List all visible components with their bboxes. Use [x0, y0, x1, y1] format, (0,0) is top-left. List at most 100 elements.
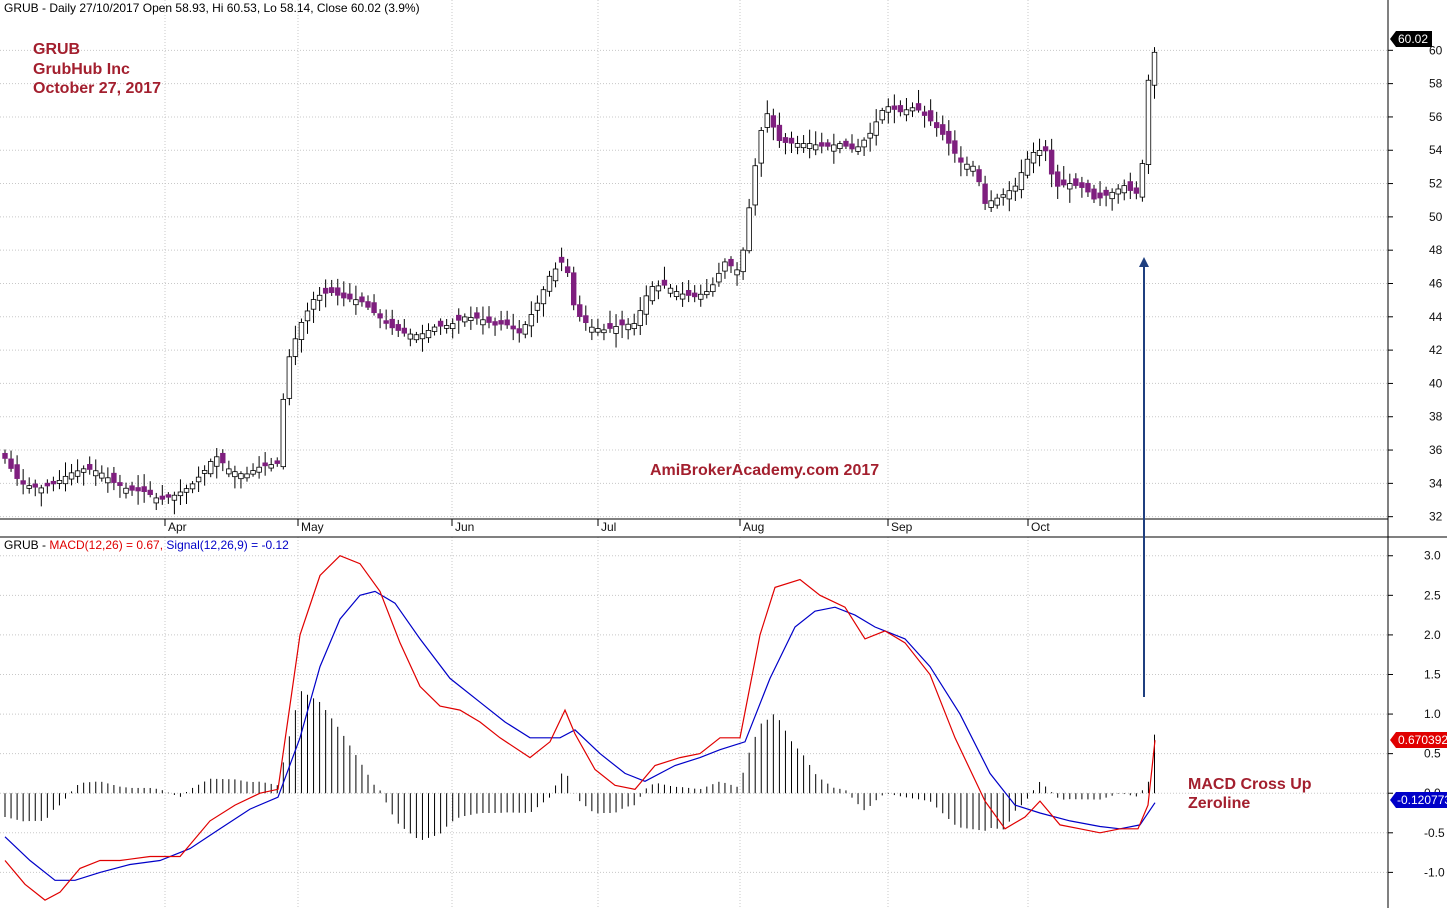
- candle-body: [171, 494, 178, 501]
- candle-body: [843, 140, 849, 147]
- candle-body: [123, 487, 129, 494]
- candle-body: [964, 163, 970, 170]
- candle-body: [68, 472, 75, 480]
- candle-body: [861, 139, 867, 148]
- candle-body: [915, 103, 922, 111]
- price-tick-label: 44: [1429, 310, 1443, 324]
- candle-body: [177, 491, 184, 497]
- candle-body: [371, 302, 377, 314]
- candle-body: [220, 452, 226, 464]
- candle-body: [310, 299, 317, 310]
- candle-body: [14, 464, 20, 479]
- candle-body: [837, 143, 843, 150]
- macd-header: GRUB - MACD(12,26) = 0.67, Signal(12,26,…: [4, 538, 289, 552]
- candle-body: [419, 333, 426, 340]
- macd-tick-label: 3.0: [1424, 549, 1441, 563]
- price-tick-label: 58: [1429, 77, 1443, 91]
- candle-body: [825, 142, 831, 147]
- candle-body: [1079, 182, 1085, 188]
- candle-body: [746, 207, 752, 252]
- candle-body: [891, 105, 898, 110]
- candle-body: [38, 487, 44, 494]
- macd-tick-label: -0.5: [1424, 826, 1445, 840]
- candle-body: [250, 470, 256, 475]
- candle-body: [661, 279, 668, 286]
- candle-body: [806, 143, 813, 149]
- candle-body: [546, 275, 553, 292]
- candle-body: [728, 258, 734, 267]
- candle-body: [274, 460, 280, 464]
- candle-body: [232, 471, 238, 478]
- candle-body: [710, 284, 716, 293]
- candle-body: [201, 470, 208, 474]
- annotation-ticker: GRUB: [33, 41, 80, 58]
- candle-body: [849, 143, 855, 150]
- macd-grid: [0, 537, 1388, 908]
- candle-body: [927, 110, 934, 122]
- candle-body: [716, 272, 722, 283]
- macd-tick-label: 2.0: [1424, 628, 1441, 642]
- candle-body: [26, 485, 32, 489]
- candle-body: [952, 140, 958, 154]
- candle-body: [365, 301, 371, 308]
- candle-body: [1115, 188, 1121, 195]
- candle-body: [153, 497, 159, 504]
- candle-body: [1151, 51, 1158, 86]
- candle-body: [1030, 152, 1037, 164]
- candle-body: [456, 314, 462, 321]
- candle-body: [558, 256, 565, 263]
- candle-body: [976, 169, 982, 183]
- candle-body: [129, 485, 135, 491]
- candle-body: [1133, 187, 1140, 194]
- candle-body: [1012, 185, 1019, 192]
- candle-body: [401, 327, 407, 334]
- candle-body: [449, 323, 456, 330]
- candle-body: [873, 121, 879, 136]
- candle-body: [679, 293, 686, 300]
- candle-body: [897, 105, 904, 113]
- price-tick-label: 56: [1429, 110, 1443, 124]
- candle-body: [994, 197, 1000, 206]
- candle-body: [534, 302, 541, 311]
- candle-body: [480, 319, 486, 326]
- price-tick-label: 36: [1429, 443, 1443, 457]
- candle-body: [528, 314, 535, 327]
- candle-body: [189, 483, 196, 490]
- month-label: Jul: [601, 520, 616, 534]
- candle-body: [613, 326, 619, 334]
- price-axis-ticks: 323436384042444648505254565860: [1388, 43, 1443, 524]
- candle-body: [286, 356, 293, 399]
- candle-body: [1085, 182, 1091, 193]
- candle-body: [74, 470, 81, 477]
- candle-body: [395, 324, 401, 331]
- candle-body: [492, 321, 498, 326]
- price-tick-label: 38: [1429, 410, 1443, 424]
- candle-body: [280, 398, 286, 468]
- candle-body: [111, 472, 117, 483]
- candle-body: [431, 326, 438, 332]
- candle-body: [1103, 189, 1109, 196]
- candle-body: [56, 479, 63, 484]
- price-tick-label: 54: [1429, 143, 1443, 157]
- candle-body: [1048, 149, 1055, 175]
- macd-tick-label: 2.5: [1424, 588, 1441, 602]
- candle-body: [93, 470, 99, 477]
- candle-body: [934, 122, 940, 129]
- candle-body: [643, 295, 649, 315]
- candle-body: [631, 323, 637, 329]
- candle-body: [752, 165, 758, 206]
- macd-header-prefix: GRUB -: [4, 538, 49, 552]
- candle-body: [510, 325, 516, 330]
- candle-body: [159, 495, 165, 500]
- candle-body: [1145, 79, 1152, 165]
- watermark: AmiBrokerAcademy.com 2017: [650, 462, 879, 479]
- candle-body: [571, 272, 577, 306]
- candle-body: [625, 323, 631, 331]
- candle-body: [589, 326, 595, 333]
- candle-body: [1061, 179, 1067, 186]
- candle-body: [2, 452, 8, 459]
- signal-value-flag: -0.120773: [1390, 792, 1447, 808]
- macd-axis-ticks: -1.0-0.50.00.51.01.52.02.53.0: [1388, 549, 1445, 879]
- candle-body: [673, 291, 680, 297]
- candle-body: [141, 486, 147, 492]
